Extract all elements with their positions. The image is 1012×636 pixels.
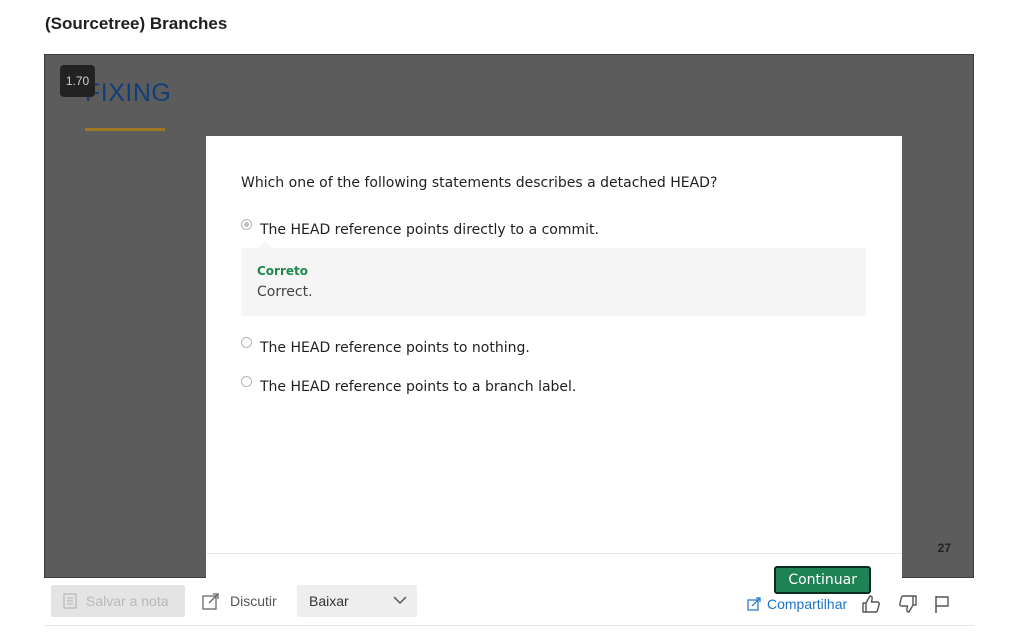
discuss-label: Discutir	[230, 593, 277, 609]
option-label: The HEAD reference points directly to a …	[260, 222, 599, 238]
video-player[interactable]: FIXING 27 1.70 Which one of the followin…	[44, 54, 974, 605]
option-label: The HEAD reference points to a branch la…	[260, 379, 577, 395]
quiz-modal: Which one of the following statements de…	[206, 136, 902, 605]
quiz-option-3[interactable]: The HEAD reference points to a branch la…	[241, 376, 577, 395]
discuss-button[interactable]: Discutir	[202, 585, 277, 617]
external-link-icon	[202, 592, 220, 610]
quiz-option-2[interactable]: The HEAD reference points to nothing.	[241, 337, 530, 356]
save-note-label: Salvar a nota	[86, 593, 169, 609]
share-icon	[747, 597, 761, 611]
chevron-down-icon	[393, 595, 407, 605]
feedback-box: Correto Correct.	[241, 241, 866, 316]
quiz-question: Which one of the following statements de…	[241, 175, 718, 191]
slide-underline	[85, 128, 165, 131]
option-label: The HEAD reference points to nothing.	[260, 340, 530, 356]
radio-button[interactable]	[241, 376, 252, 387]
radio-button[interactable]	[241, 219, 252, 230]
slide-number: 27	[937, 541, 951, 555]
slide-heading: FIXING	[85, 79, 172, 107]
thumbs-down-icon[interactable]	[897, 593, 919, 615]
quiz-option-1[interactable]: The HEAD reference points directly to a …	[241, 219, 599, 238]
thumbs-up-icon[interactable]	[860, 593, 882, 615]
feedback-text: Correct.	[257, 284, 313, 300]
flag-icon[interactable]	[931, 593, 953, 615]
share-label: Compartilhar	[767, 596, 848, 612]
note-icon	[63, 593, 77, 609]
share-button[interactable]: Compartilhar	[747, 588, 847, 620]
download-select[interactable]: Baixar	[297, 585, 417, 617]
lecture-toolbar: Salvar a nota Discutir Baixar Compartilh…	[44, 585, 974, 626]
playback-speed-button[interactable]: 1.70	[60, 65, 95, 97]
radio-button[interactable]	[241, 337, 252, 348]
page-title: (Sourcetree) Branches	[45, 14, 228, 33]
save-note-button[interactable]: Salvar a nota	[51, 585, 185, 617]
download-label: Baixar	[309, 593, 349, 609]
feedback-title: Correto	[257, 264, 309, 278]
